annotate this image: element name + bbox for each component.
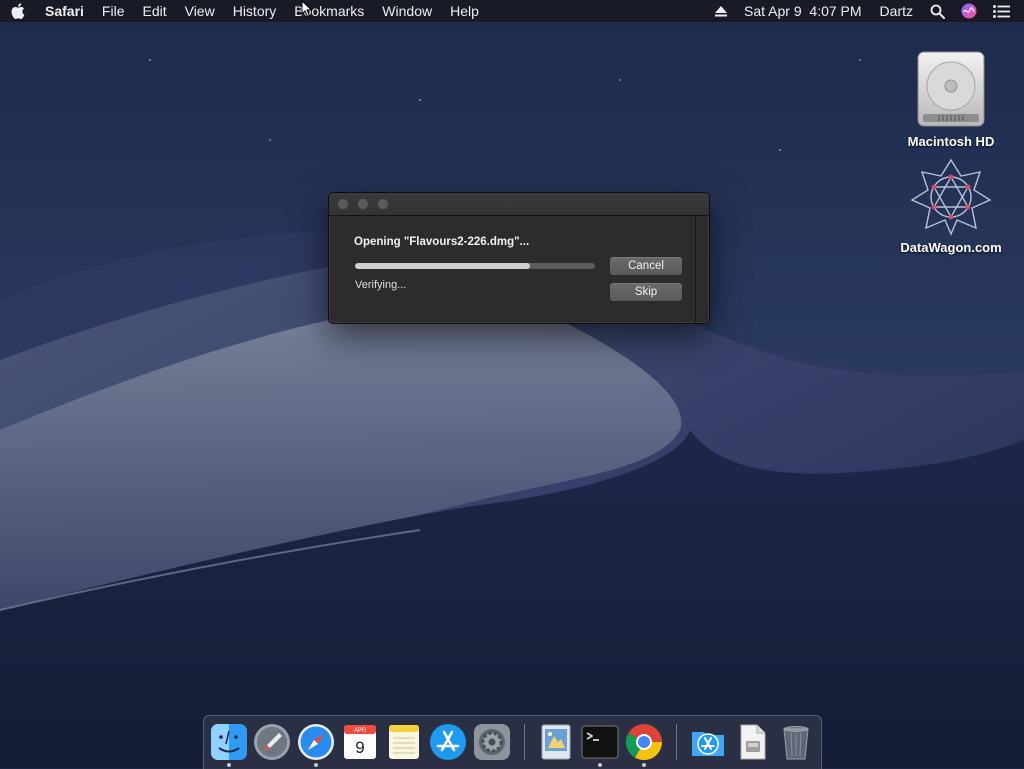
menu-history[interactable]: History <box>224 0 286 22</box>
dock-item-safari[interactable] <box>296 722 336 762</box>
minimize-button[interactable] <box>357 198 369 210</box>
spotlight-button[interactable] <box>922 0 953 22</box>
fast-user-switch[interactable]: Dartz <box>871 0 922 22</box>
finder-icon <box>211 724 247 760</box>
terminal-icon <box>581 725 619 759</box>
launchpad-icon <box>254 724 290 760</box>
running-indicator <box>598 763 602 767</box>
dock-item-finder[interactable] <box>209 722 249 762</box>
zoom-button[interactable] <box>377 198 389 210</box>
eject-icon <box>715 5 728 16</box>
dock-item-system-preferences[interactable] <box>472 722 512 762</box>
menu-edit[interactable]: Edit <box>133 0 175 22</box>
desktop-icon-datawagon[interactable]: DataWagon.com <box>891 156 1011 255</box>
dock-separator <box>676 724 677 760</box>
cancel-button[interactable]: Cancel <box>609 256 683 276</box>
menu-bar-left: Safari File Edit View History Bookmarks … <box>0 0 488 22</box>
dock-item-document[interactable] <box>732 722 772 762</box>
menu-view[interactable]: View <box>176 0 224 22</box>
safari-icon <box>298 724 334 760</box>
downloads-folder-icon <box>692 732 724 756</box>
menu-file[interactable]: File <box>93 0 134 22</box>
dock-item-downloads[interactable] <box>688 722 728 762</box>
opening-disk-image-dialog: Opening "Flavours2-226.dmg"... Verifying… <box>328 192 710 324</box>
dock-item-preview[interactable] <box>536 722 576 762</box>
notification-center-icon <box>993 4 1010 18</box>
close-button[interactable] <box>337 198 349 210</box>
desktop-wallpaper <box>0 0 1024 768</box>
running-indicator <box>314 763 318 767</box>
dock: APR 9 <box>203 715 822 769</box>
calendar-icon: APR 9 <box>344 725 376 759</box>
progress-bar-fill <box>355 263 531 269</box>
dialog-message: Opening "Flavours2-226.dmg"... <box>354 236 530 248</box>
running-indicator <box>227 763 231 767</box>
progress-bar <box>355 263 595 269</box>
dock-item-app-store[interactable] <box>428 722 468 762</box>
dock-item-chrome[interactable] <box>624 722 664 762</box>
spotlight-search-icon <box>930 4 945 19</box>
calendar-day: 9 <box>355 738 364 757</box>
app-menu-safari[interactable]: Safari <box>36 0 93 22</box>
siri-button[interactable] <box>953 0 985 22</box>
apple-icon <box>11 3 25 19</box>
datawagon-logo-icon <box>910 158 992 236</box>
menu-help[interactable]: Help <box>441 0 488 22</box>
running-indicator <box>642 763 646 767</box>
dock-item-notes[interactable] <box>384 722 424 762</box>
apple-menu[interactable] <box>0 0 36 22</box>
notes-icon <box>389 725 419 759</box>
dock-separator <box>524 724 525 760</box>
dialog-divider <box>695 216 696 323</box>
trash-icon <box>783 726 809 760</box>
app-store-icon <box>430 724 466 760</box>
dialog-status-text: Verifying... <box>355 279 407 291</box>
chrome-icon <box>625 724 662 761</box>
desktop-icon-label: DataWagon.com <box>900 240 1002 255</box>
dock-item-launchpad[interactable] <box>252 722 292 762</box>
dock-item-calendar[interactable]: APR 9 <box>340 722 380 762</box>
notification-center-button[interactable] <box>985 0 1024 22</box>
dock-item-terminal[interactable] <box>580 722 620 762</box>
eject-menu-extra[interactable] <box>707 0 735 22</box>
menu-window[interactable]: Window <box>373 0 441 22</box>
dialog-titlebar[interactable] <box>329 193 709 216</box>
calendar-month: APR <box>354 728 367 734</box>
desktop-icon-label: Macintosh HD <box>907 134 995 149</box>
menu-bar-clock[interactable]: Sat Apr 9 4:07 PM <box>735 0 871 22</box>
dock-item-trash[interactable] <box>776 722 816 762</box>
menu-bookmarks[interactable]: Bookmarks <box>285 0 373 22</box>
preview-icon <box>541 724 571 760</box>
siri-icon <box>961 3 977 19</box>
mouse-cursor-icon <box>301 0 313 18</box>
menu-bar-status-area: Sat Apr 9 4:07 PM Dartz <box>707 0 1024 22</box>
desktop-icon-macintosh-hd[interactable]: Macintosh HD <box>891 48 1011 149</box>
skip-button[interactable]: Skip <box>609 282 683 302</box>
system-preferences-icon <box>474 724 510 760</box>
menu-bar: Safari File Edit View History Bookmarks … <box>0 0 1024 22</box>
hard-drive-icon <box>917 51 985 127</box>
document-icon <box>740 724 766 760</box>
